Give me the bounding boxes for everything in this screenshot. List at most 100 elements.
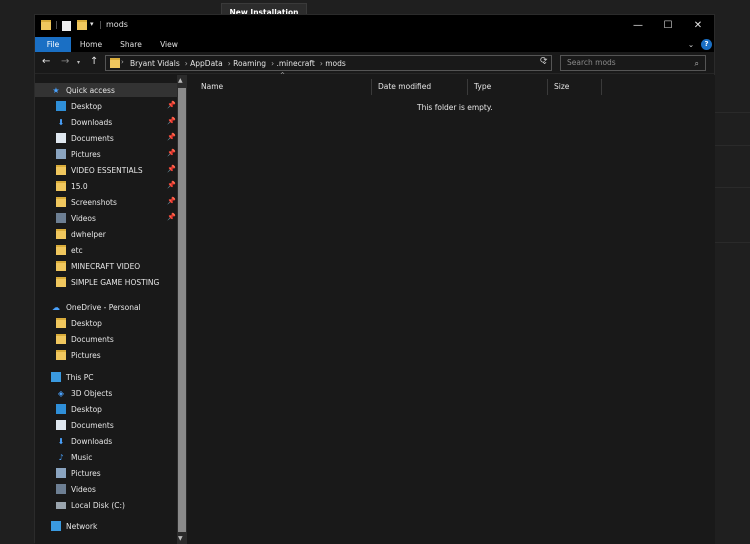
breadcrumb-item[interactable]: Bryant Vidals — [130, 59, 180, 68]
nav-item-minecraft-video[interactable]: MINECRAFT VIDEO — [56, 259, 140, 273]
chevron-down-icon[interactable]: ⌄ — [685, 37, 697, 52]
nav-item-15-0[interactable]: 15.0 — [56, 179, 88, 193]
nav-item-videos[interactable]: Videos — [56, 211, 96, 225]
recent-locations-icon[interactable]: ▾ — [77, 59, 80, 66]
nav-item-pc-pictures[interactable]: Pictures — [56, 466, 101, 480]
nav-item-simple-game-hosting[interactable]: SIMPLE GAME HOSTING — [56, 275, 159, 289]
nav-item-video-essentials[interactable]: VIDEO ESSENTIALS — [56, 163, 143, 177]
pin-icon[interactable]: 📌 — [167, 165, 176, 173]
nav-label: 3D Objects — [71, 388, 113, 398]
nav-label: Desktop — [71, 101, 102, 111]
pin-icon[interactable]: 📌 — [167, 101, 176, 109]
folder-icon — [56, 261, 66, 271]
properties-icon[interactable] — [62, 21, 71, 31]
tab-file[interactable]: File — [35, 37, 71, 52]
nav-label: etc — [71, 245, 83, 255]
address-bar[interactable]: › Bryant Vidals › AppData › Roaming › .mine… — [105, 55, 552, 71]
nav-scrollbar[interactable]: ▲ ▼ — [177, 75, 187, 544]
forward-arrow-icon[interactable]: → — [61, 56, 69, 67]
help-icon[interactable]: ? — [701, 39, 712, 50]
nav-item-music[interactable]: ♪ Music — [56, 450, 92, 464]
nav-item-onedrive-documents[interactable]: Documents — [56, 332, 114, 346]
chevron-right-icon: › — [121, 58, 124, 66]
sort-up-icon: ^ — [280, 72, 286, 79]
nav-network[interactable]: Network — [51, 519, 97, 533]
navigation-pane: ★ Quick access Desktop 📌 ⬇ Downloads 📌 Doc… — [35, 75, 177, 544]
nav-item-pc-downloads[interactable]: ⬇ Downloads — [56, 434, 113, 448]
scrollbar-thumb[interactable] — [178, 88, 186, 532]
nav-item-dwhelper[interactable]: dwhelper — [56, 227, 106, 241]
download-icon: ⬇ — [57, 436, 65, 446]
breadcrumb-item[interactable]: Roaming — [233, 59, 266, 68]
search-box[interactable]: Search mods ⌕ — [560, 55, 706, 71]
nav-item-onedrive-desktop[interactable]: Desktop — [56, 316, 102, 330]
nav-label: Downloads — [71, 436, 113, 446]
title-bar: | ▾ | mods — ☐ ✕ — [35, 15, 714, 37]
back-arrow-icon[interactable]: ← — [42, 56, 50, 67]
nav-item-desktop[interactable]: Desktop — [56, 99, 102, 113]
nav-item-etc[interactable]: etc — [56, 243, 83, 257]
nav-label: MINECRAFT VIDEO — [71, 261, 141, 271]
nav-item-documents[interactable]: Documents — [56, 131, 114, 145]
folder-icon — [56, 165, 66, 175]
scroll-up-icon[interactable]: ▲ — [178, 77, 183, 84]
nav-item-downloads[interactable]: ⬇ Downloads — [56, 115, 113, 129]
chevron-down-icon[interactable]: ▾ — [90, 20, 94, 32]
nav-label: Desktop — [71, 404, 102, 414]
cloud-icon: ☁ — [52, 302, 60, 312]
pin-icon[interactable]: 📌 — [167, 213, 176, 221]
scroll-down-icon[interactable]: ▼ — [178, 535, 183, 542]
search-input[interactable]: Search mods — [567, 58, 616, 67]
nav-item-pc-videos[interactable]: Videos — [56, 482, 96, 496]
nav-this-pc[interactable]: This PC — [51, 370, 93, 384]
nav-item-pc-documents[interactable]: Documents — [56, 418, 114, 432]
pictures-icon — [56, 468, 66, 478]
pin-icon[interactable]: 📌 — [167, 197, 176, 205]
maximize-button[interactable]: ☐ — [655, 17, 681, 35]
folder-icon — [110, 58, 120, 68]
refresh-icon[interactable]: ⟳ — [540, 56, 552, 70]
nav-label: Pictures — [71, 468, 101, 478]
file-explorer-window: | ▾ | mods — ☐ ✕ File Home Share View ⌄ … — [34, 14, 715, 544]
pin-icon[interactable]: 📌 — [167, 149, 176, 157]
tab-share[interactable]: Share — [115, 37, 147, 52]
pin-icon[interactable]: 📌 — [167, 133, 176, 141]
nav-item-onedrive-pictures[interactable]: Pictures — [56, 348, 101, 362]
nav-quick-access[interactable]: ★ Quick access — [51, 83, 115, 97]
close-button[interactable]: ✕ — [685, 17, 711, 35]
nav-onedrive[interactable]: ☁ OneDrive - Personal — [51, 300, 141, 314]
breadcrumb-item[interactable]: mods — [325, 59, 346, 68]
column-header-type[interactable]: Type — [468, 79, 548, 95]
minimize-button[interactable]: — — [625, 17, 651, 35]
pin-icon[interactable]: 📌 — [167, 181, 176, 189]
chevron-right-icon: › — [227, 59, 231, 68]
column-header-date-modified[interactable]: Date modified — [372, 79, 468, 95]
divider — [715, 187, 750, 188]
breadcrumb-item[interactable]: .minecraft — [276, 59, 314, 68]
nav-item-3d-objects[interactable]: ◈ 3D Objects — [56, 386, 112, 400]
nav-label: Local Disk (C:) — [71, 500, 125, 510]
nav-item-pc-desktop[interactable]: Desktop — [56, 402, 102, 416]
search-icon[interactable]: ⌕ — [695, 57, 699, 71]
tab-view[interactable]: View — [153, 37, 185, 52]
folder-icon — [56, 318, 66, 328]
nav-label: Desktop — [71, 318, 102, 328]
new-folder-icon[interactable] — [77, 20, 87, 30]
nav-item-local-disk[interactable]: Local Disk (C:) — [56, 498, 125, 512]
tab-home[interactable]: Home — [75, 37, 107, 52]
chevron-right-icon: › — [184, 59, 188, 68]
nav-label: Network — [66, 521, 98, 531]
up-arrow-icon[interactable]: ↑ — [90, 56, 98, 67]
nav-item-pictures[interactable]: Pictures — [56, 147, 101, 161]
nav-item-screenshots[interactable]: Screenshots — [56, 195, 117, 209]
videos-icon — [56, 484, 66, 494]
column-header-name[interactable]: Name — [195, 79, 372, 95]
pin-icon[interactable]: 📌 — [167, 117, 176, 125]
nav-label: dwhelper — [71, 229, 106, 239]
breadcrumb-item[interactable]: AppData — [190, 59, 223, 68]
star-icon: ★ — [52, 85, 60, 95]
column-header-size[interactable]: Size — [548, 79, 602, 95]
nav-label: Pictures — [71, 149, 101, 159]
nav-label: Quick access — [66, 85, 115, 95]
nav-label: Music — [71, 452, 93, 462]
